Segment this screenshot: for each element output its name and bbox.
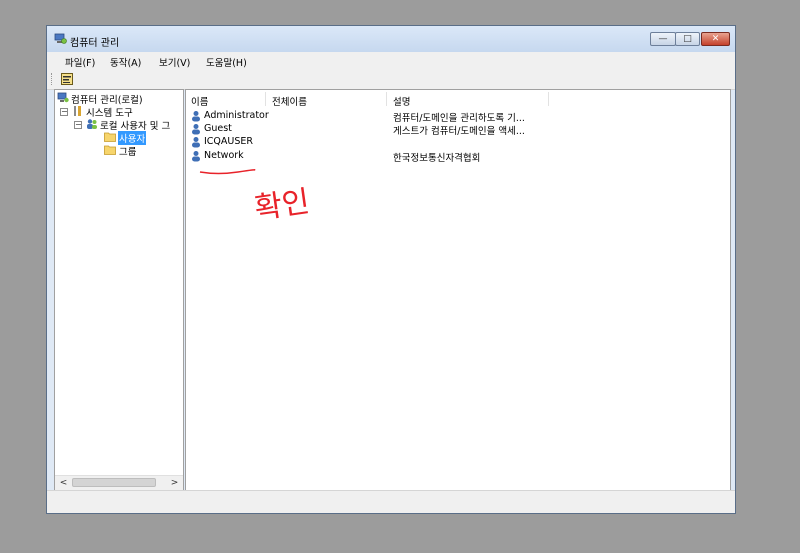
properties-icon[interactable] — [61, 73, 73, 85]
scroll-right-icon[interactable]: > — [167, 476, 182, 490]
user-name: ICQAUSER — [204, 136, 253, 147]
menu-action[interactable]: 동작(A) — [110, 55, 141, 69]
maximize-icon: □ — [683, 34, 692, 44]
user-description: 게스트가 컴퓨터/도메인을 액세... — [393, 126, 525, 137]
console-tree-pane[interactable]: 컴퓨터 관리(로컬) − 시스템 도구 − 로컬 사용자 및 그 사용자 그룹 … — [54, 89, 184, 491]
user-description: 컴퓨터/도메인을 관리하도록 기... — [393, 113, 525, 124]
close-button[interactable]: ✕ — [701, 32, 730, 46]
menu-bar: 파일(F) 동작(A) 보기(V) 도움말(H) — [47, 52, 735, 69]
menu-file[interactable]: 파일(F) — [65, 55, 95, 69]
red-underline-annotation — [199, 169, 256, 175]
maximize-button[interactable]: □ — [675, 32, 700, 46]
tree-label: 시스템 도구 — [86, 108, 133, 119]
column-divider[interactable] — [265, 92, 266, 106]
menu-view[interactable]: 보기(V) — [159, 55, 190, 69]
tree-label-selected: 사용자 — [118, 131, 147, 145]
title-bar[interactable]: 컴퓨터 관리 — □ ✕ — [47, 26, 735, 52]
minimize-icon: — — [658, 34, 668, 44]
horizontal-scrollbar[interactable]: < > — [55, 475, 183, 490]
computer-management-icon — [57, 92, 69, 103]
user-name: Network — [204, 150, 244, 161]
user-name: Administrator — [204, 110, 269, 121]
window-title: 컴퓨터 관리 — [70, 38, 120, 49]
collapse-icon[interactable]: − — [74, 121, 82, 129]
column-divider[interactable] — [386, 92, 387, 106]
scroll-left-icon[interactable]: < — [56, 476, 71, 490]
menu-help[interactable]: 도움말(H) — [206, 55, 247, 69]
list-row[interactable]: Guest 게스트가 컴퓨터/도메인을 액세... — [186, 123, 730, 137]
handwritten-annotation: 확인 — [252, 184, 312, 227]
status-bar — [47, 490, 735, 513]
list-row[interactable]: Network 한국정보통신자격협회 — [186, 150, 730, 164]
list-row[interactable]: Administrator 컴퓨터/도메인을 관리하도록 기... — [186, 110, 730, 124]
computer-management-window: 컴퓨터 관리 — □ ✕ 파일(F) 동작(A) 보기(V) 도움말(H) 컴퓨… — [46, 25, 736, 514]
minimize-button[interactable]: — — [650, 32, 676, 46]
tools-icon — [74, 106, 81, 116]
tree-label: 컴퓨터 관리(로컬) — [71, 95, 143, 106]
user-icon — [192, 137, 200, 148]
scrollbar-thumb[interactable] — [72, 478, 156, 487]
folder-icon — [104, 132, 116, 142]
computer-management-icon — [54, 33, 67, 44]
column-header-description[interactable]: 설명 — [393, 94, 410, 108]
toolbar — [47, 69, 735, 90]
list-row[interactable]: ICQAUSER — [186, 136, 730, 149]
tree-label: 로컬 사용자 및 그 — [100, 121, 171, 132]
users-list-pane[interactable]: 이름 전체이름 설명 Administrator 컴퓨터/도메인을 관리하도록 … — [185, 89, 731, 491]
close-icon: ✕ — [711, 34, 720, 44]
users-group-icon — [87, 119, 97, 129]
column-header-name[interactable]: 이름 — [191, 94, 208, 108]
column-divider[interactable] — [548, 92, 549, 106]
column-header-full-name[interactable]: 전체이름 — [272, 94, 307, 108]
user-description: 한국정보통신자격협회 — [393, 153, 481, 164]
collapse-icon[interactable]: − — [60, 108, 68, 116]
toolbar-grip[interactable] — [51, 73, 54, 85]
folder-icon — [104, 145, 116, 155]
user-icon — [192, 151, 200, 162]
user-name: Guest — [204, 123, 232, 134]
user-icon — [192, 124, 200, 135]
tree-label: 그룹 — [119, 147, 137, 158]
user-icon — [192, 111, 200, 122]
